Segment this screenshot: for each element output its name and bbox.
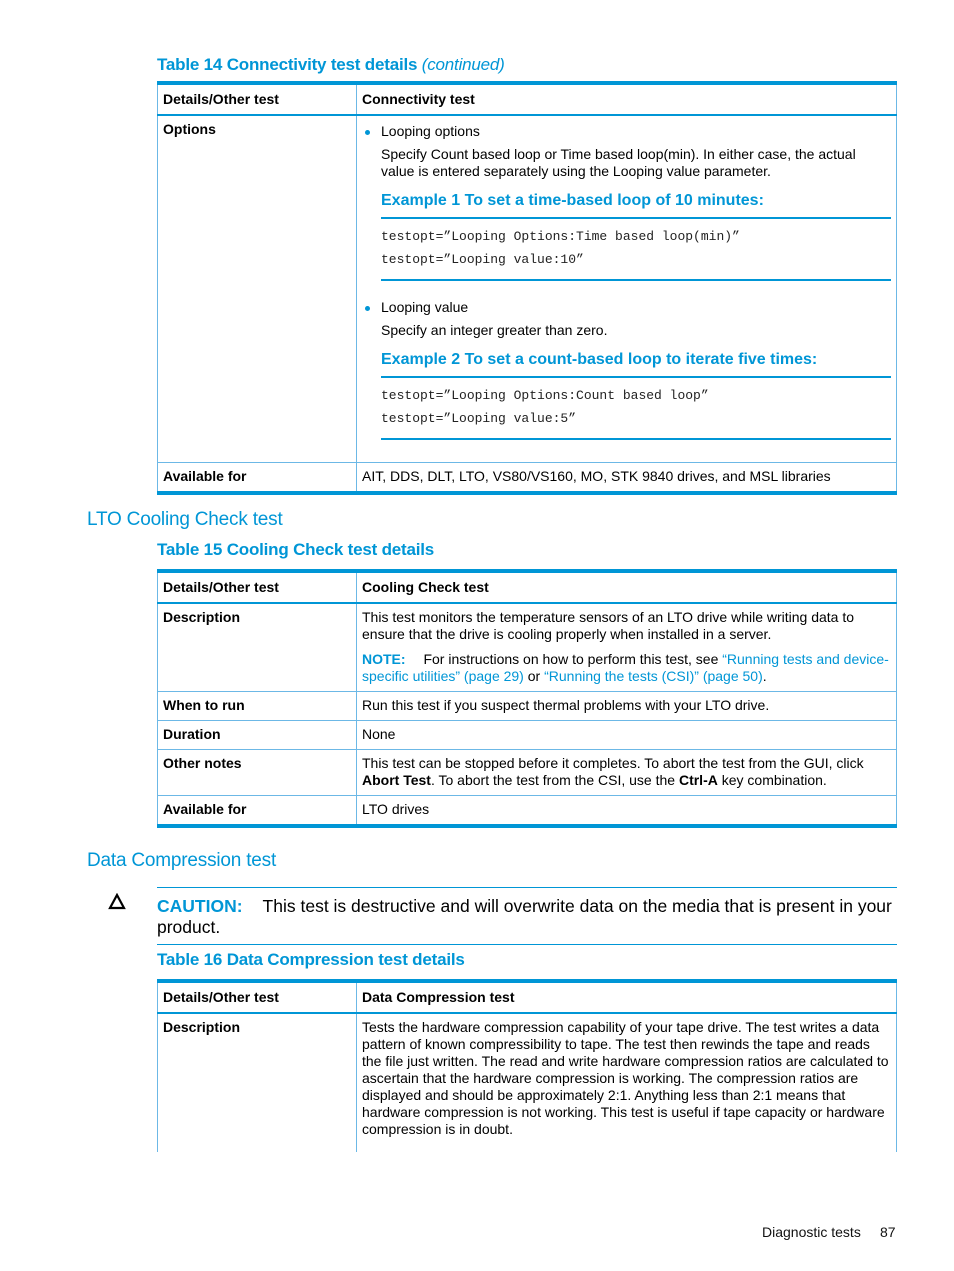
header-data-compression: Data Compression test	[356, 979, 897, 1014]
header-connectivity: Connectivity test	[356, 81, 897, 116]
example-2-title: Example 2 To set a count-based loop to i…	[381, 351, 891, 378]
code-line: testopt=”Looping Options:Time based loop…	[381, 229, 740, 244]
abort-test-label: Abort Test	[362, 772, 431, 788]
table-row-available: Available for LTO drives	[157, 795, 897, 828]
table-row-duration: Duration None	[157, 720, 897, 750]
row-value-description: This test monitors the temperature senso…	[356, 603, 897, 692]
row-value-when-to-run: Run this test if you suspect thermal pro…	[356, 691, 897, 721]
header-details: Details/Other test	[157, 569, 357, 604]
description-text: This test monitors the temperature senso…	[362, 609, 855, 642]
table-15-cooling-check: Details/Other test Cooling Check test De…	[157, 569, 897, 828]
header-details: Details/Other test	[157, 81, 357, 116]
table-14-connectivity: Details/Other test Connectivity test Opt…	[157, 81, 897, 495]
row-label-other-notes: Other notes	[157, 749, 357, 796]
table-16-caption: Table 16 Data Compression test details	[157, 950, 465, 969]
row-value-duration: None	[356, 720, 897, 750]
header-cooling-check: Cooling Check test	[356, 569, 897, 604]
row-label-description: Description	[157, 603, 357, 692]
other-notes-text: . To abort the test from the CSI, use th…	[430, 772, 676, 788]
table-row-when-to-run: When to run Run this test if you suspect…	[157, 691, 897, 721]
row-label-options: Options	[157, 115, 357, 463]
caution-text: This test is destructive and will overwr…	[157, 896, 892, 937]
code-line: testopt=”Looping value:5”	[381, 411, 577, 426]
table-14-continued: (continued)	[421, 55, 505, 74]
table-header-row: Details/Other test Data Compression test	[157, 979, 897, 1014]
example-1-code: testopt=”Looping Options:Time based loop…	[381, 219, 891, 281]
page-number: 87	[880, 1224, 896, 1240]
looping-value-text: Specify an integer greater than zero.	[381, 322, 608, 338]
table-header-row: Details/Other test Cooling Check test	[157, 569, 897, 604]
table-row-description: Description Tests the hardware compressi…	[157, 1013, 897, 1152]
other-notes-text: This test can be stopped before it compl…	[362, 755, 864, 771]
section-heading-data-compression: Data Compression test	[87, 850, 277, 871]
section-heading-lto-cooling: LTO Cooling Check test	[87, 509, 283, 530]
table-16-data-compression: Details/Other test Data Compression test…	[157, 979, 897, 1152]
row-label-available: Available for	[157, 462, 357, 495]
example-2-code: testopt=”Looping Options:Count based loo…	[381, 378, 891, 440]
table-14-title: Table 14 Connectivity test details	[157, 55, 418, 74]
row-label-description: Description	[157, 1013, 357, 1152]
footer-section-title: Diagnostic tests	[762, 1224, 861, 1240]
note-prefix: For instructions on how to perform this …	[423, 651, 719, 667]
row-value-available: AIT, DDS, DLT, LTO, VS80/VS160, MO, STK …	[356, 462, 897, 495]
header-details: Details/Other test	[157, 979, 357, 1014]
note-label: NOTE:	[362, 651, 406, 667]
row-label-when-to-run: When to run	[157, 691, 357, 721]
note-or: or	[527, 668, 541, 684]
row-value-other-notes: This test can be stopped before it compl…	[356, 749, 897, 796]
caution-label: CAUTION:	[157, 896, 243, 916]
code-line: testopt=”Looping Options:Count based loo…	[381, 388, 709, 403]
table-row-description: Description This test monitors the tempe…	[157, 603, 897, 692]
bullet-looping-value: Looping value	[362, 299, 891, 316]
looping-options-text: Specify Count based loop or Time based l…	[381, 146, 856, 179]
row-label-duration: Duration	[157, 720, 357, 750]
example-1-title: Example 1 To set a time-based loop of 10…	[381, 192, 891, 219]
caution-triangle-icon	[108, 893, 126, 910]
row-value-options: Looping options Specify Count based loop…	[356, 115, 897, 463]
table-row-other-notes: Other notes This test can be stopped bef…	[157, 749, 897, 796]
note: NOTE: For instructions on how to perform…	[362, 651, 891, 685]
other-notes-text: key combination.	[721, 772, 827, 788]
table-row-options: Options Looping options Specify Count ba…	[157, 115, 897, 463]
code-line: testopt=”Looping value:10”	[381, 252, 584, 267]
row-value-description: Tests the hardware compression capabilit…	[356, 1013, 897, 1152]
caution-notice: CAUTION: This test is destructive and wil…	[157, 887, 897, 945]
link-running-tests-csi[interactable]: “Running the tests (CSI)” (page 50)	[544, 668, 763, 684]
note-end: .	[762, 668, 767, 684]
table-14-caption: Table 14 Connectivity test details (cont…	[157, 55, 505, 75]
table-header-row: Details/Other test Connectivity test	[157, 81, 897, 116]
row-value-available: LTO drives	[356, 795, 897, 828]
ctrl-a-key: Ctrl-A	[678, 772, 718, 788]
table-15-caption: Table 15 Cooling Check test details	[157, 540, 435, 559]
row-label-available: Available for	[157, 795, 357, 828]
bullet-looping-options: Looping options	[362, 123, 891, 140]
table-row-available: Available for AIT, DDS, DLT, LTO, VS80/V…	[157, 462, 897, 495]
